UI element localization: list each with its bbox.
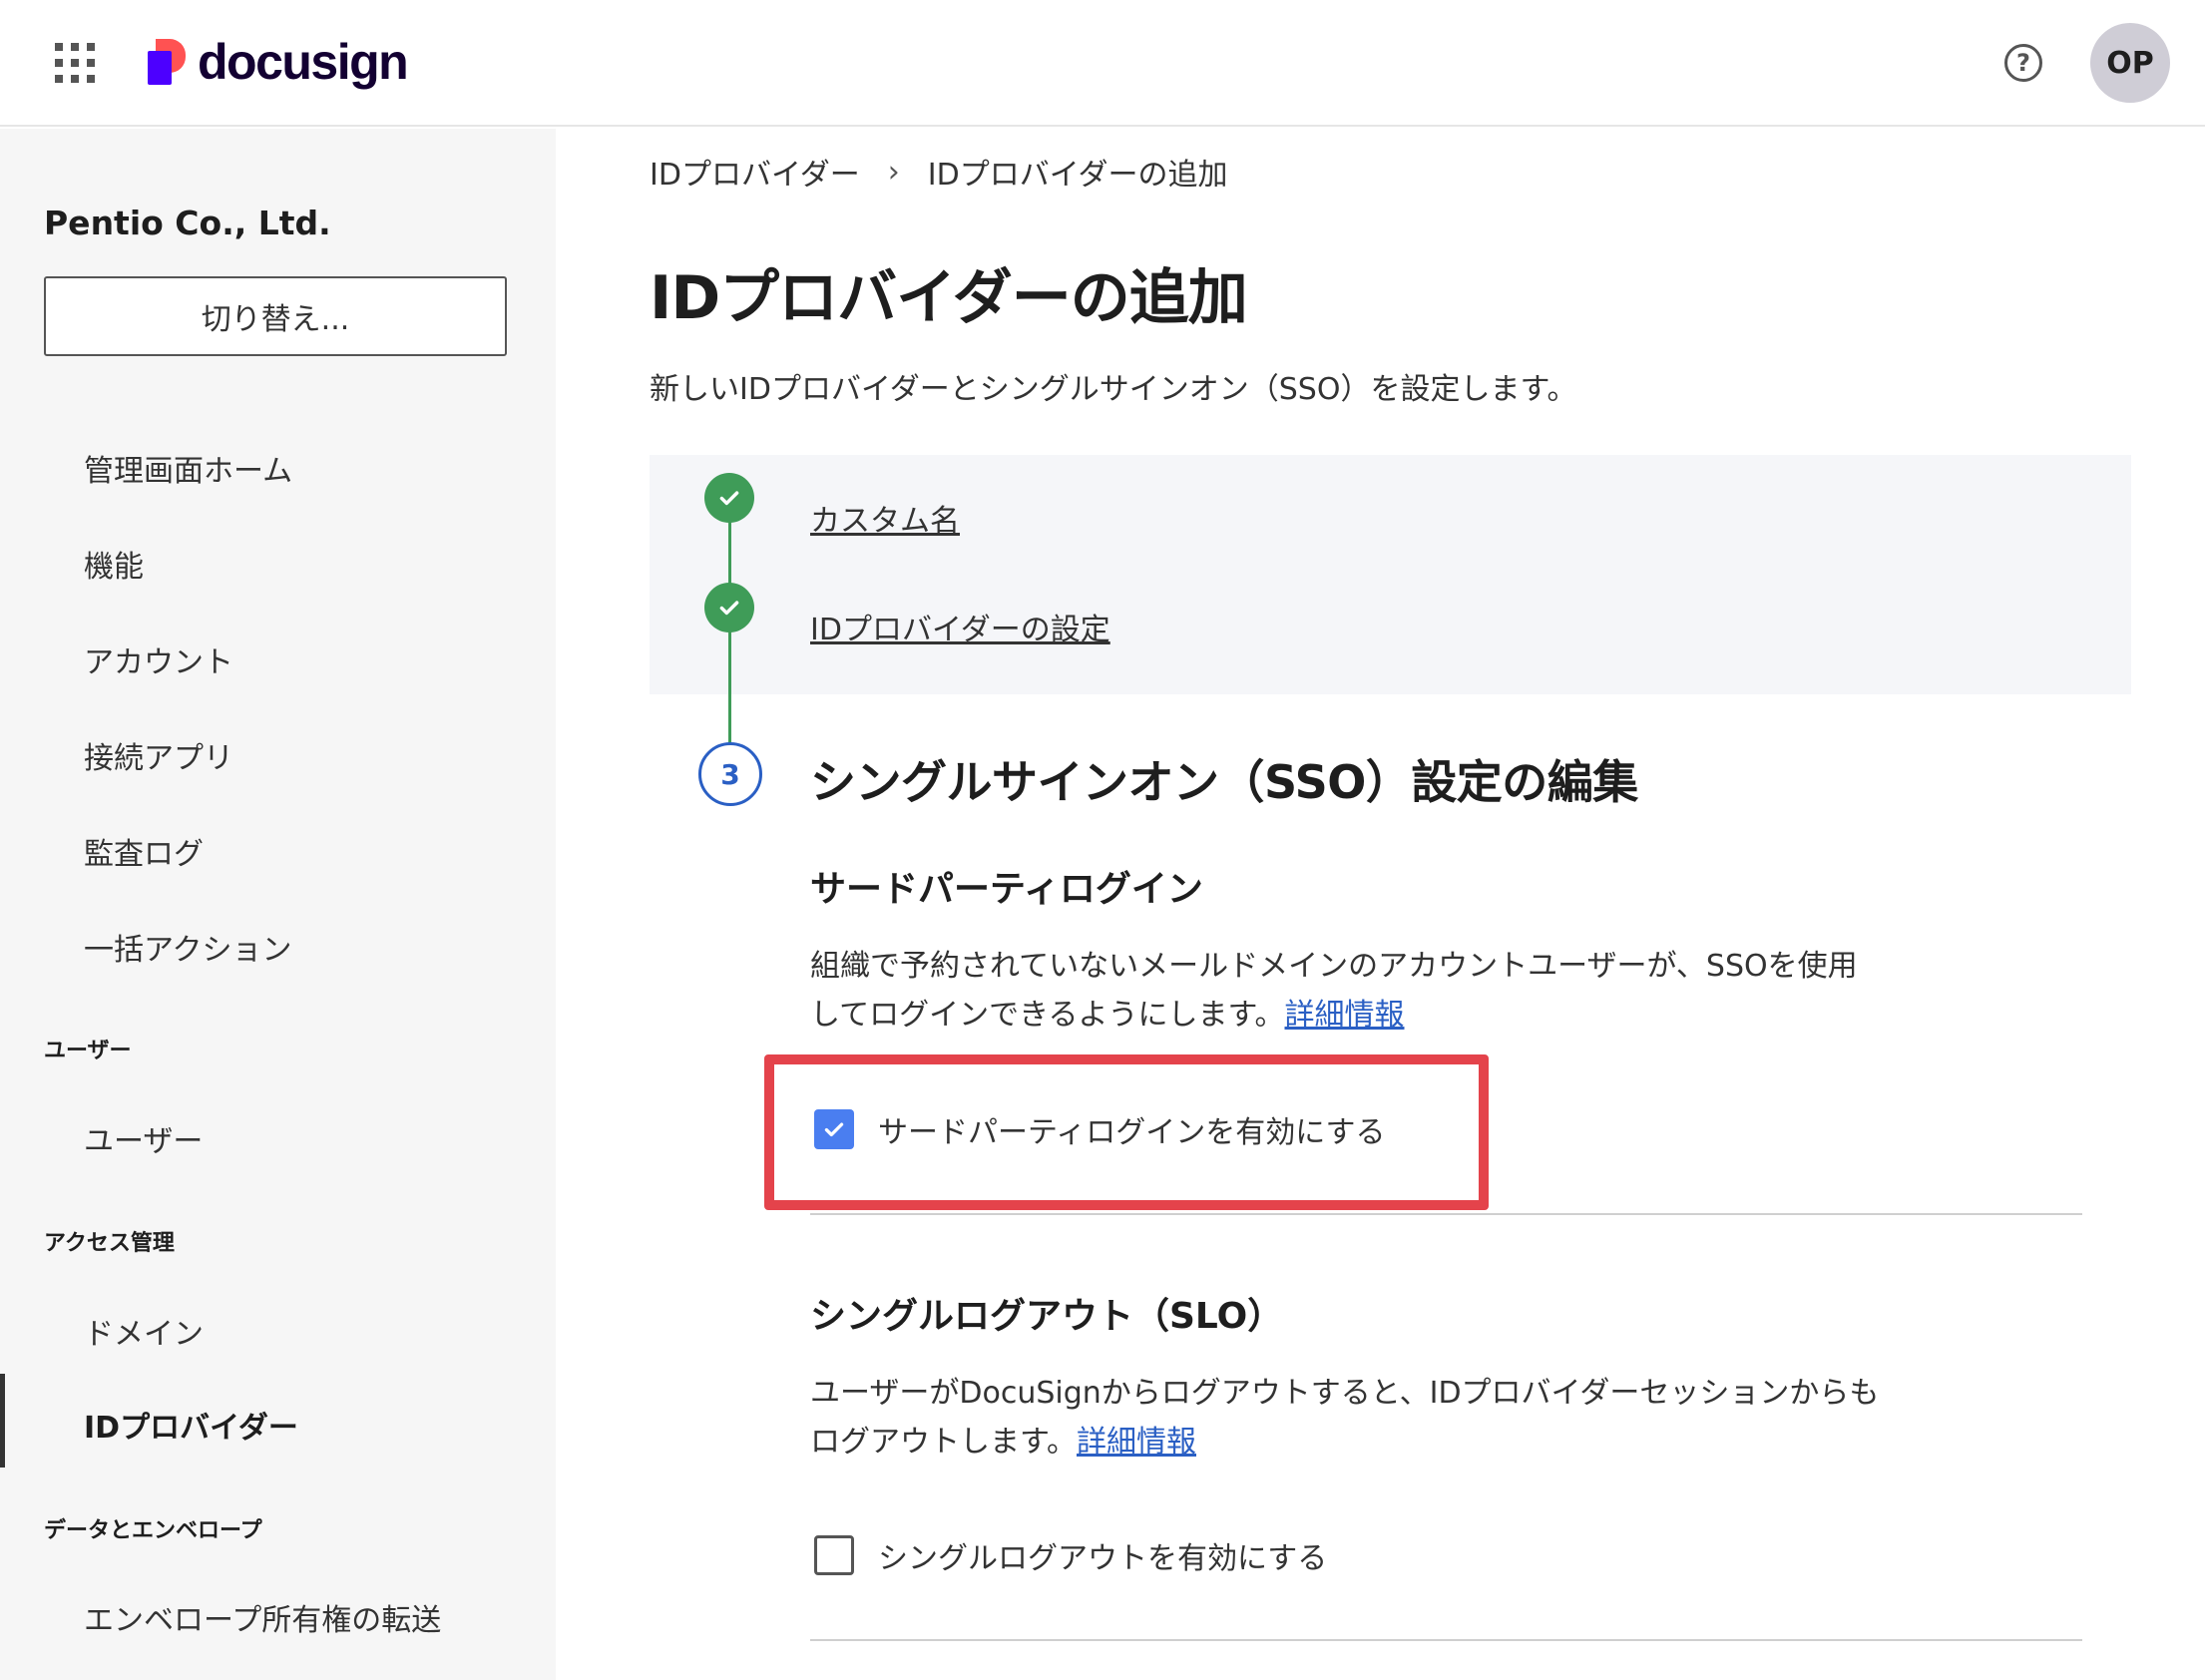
third-party-login-description: 組織で予約されていないメールドメインのアカウントユーザーが、SSOを使用 してロ…	[810, 942, 1858, 1040]
divider	[810, 1213, 2082, 1215]
breadcrumb-parent[interactable]: IDプロバイダー	[650, 150, 860, 194]
completed-steps-panel	[650, 455, 2131, 694]
docusign-logo[interactable]: docusign	[148, 32, 409, 92]
sidebar-item-envelope-transfer[interactable]: エンベロープ所有権の転送	[84, 1595, 441, 1639]
sidebar: Pentio Co., Ltd. 切り替え... 管理画面ホーム 機能 アカウン…	[0, 129, 556, 1680]
top-header: docusign ? OP	[0, 0, 2205, 127]
slo-learn-more-link[interactable]: 詳細情報	[1077, 1425, 1196, 1460]
third-party-description-line1: 組織で予約されていないメールドメインのアカウントユーザーが、SSOを使用	[810, 949, 1858, 984]
org-name: Pentio Co., Ltd.	[44, 204, 331, 242]
sidebar-active-indicator	[0, 1374, 5, 1468]
sidebar-item-identity-providers[interactable]: IDプロバイダー	[84, 1403, 298, 1447]
page-title: IDプロバイダーの追加	[650, 263, 1248, 333]
third-party-learn-more-link[interactable]: 詳細情報	[1285, 998, 1405, 1033]
third-party-description-line2: してログインできるようにします。	[810, 998, 1285, 1033]
slo-checkbox[interactable]	[814, 1535, 854, 1575]
slo-checkbox-row[interactable]: シングルログアウトを有効にする	[814, 1533, 1327, 1577]
sidebar-item-connected-apps[interactable]: 接続アプリ	[84, 733, 233, 777]
slo-title: シングルログアウト（SLO）	[810, 1296, 1284, 1337]
checkmark-icon	[824, 1122, 844, 1137]
step-custom-name-link[interactable]: カスタム名	[810, 496, 960, 540]
switch-account-button[interactable]: 切り替え...	[44, 276, 507, 356]
third-party-login-checkbox-row[interactable]: サードパーティログインを有効にする	[814, 1107, 1386, 1151]
third-party-login-checkbox-label: サードパーティログインを有効にする	[878, 1115, 1386, 1150]
slo-description: ユーザーがDocuSignからログアウトすると、IDプロバイダーセッションからも…	[810, 1369, 1879, 1467]
sidebar-item-bulk-actions[interactable]: 一括アクション	[84, 925, 292, 969]
sidebar-item-account[interactable]: アカウント	[84, 637, 233, 681]
step-sso-title: シングルサインオン（SSO）設定の編集	[810, 755, 1638, 809]
help-icon[interactable]: ?	[2004, 44, 2042, 82]
sidebar-section-data: データとエンベロープ	[44, 1518, 262, 1543]
docusign-logo-mark-icon	[148, 39, 188, 85]
page-description: 新しいIDプロバイダーとシングルサインオン（SSO）を設定します。	[650, 372, 1577, 407]
sidebar-item-admin-home[interactable]: 管理画面ホーム	[84, 446, 292, 490]
third-party-login-title: サードパーティログイン	[810, 869, 1203, 910]
app-launcher-icon[interactable]	[55, 43, 95, 83]
sidebar-item-domains[interactable]: ドメイン	[84, 1309, 204, 1353]
avatar[interactable]: OP	[2090, 23, 2170, 103]
third-party-login-checkbox[interactable]	[814, 1109, 854, 1149]
chevron-right-icon: ›	[887, 154, 900, 190]
brand-name: docusign	[198, 34, 409, 90]
step-number-badge: 3	[698, 742, 762, 806]
slo-description-line2: ログアウトします。	[810, 1425, 1077, 1460]
sidebar-item-features[interactable]: 機能	[84, 542, 144, 586]
slo-description-line1: ユーザーがDocuSignからログアウトすると、IDプロバイダーセッションからも	[810, 1376, 1880, 1411]
sidebar-section-users: ユーザー	[44, 1039, 132, 1063]
slo-checkbox-label: シングルログアウトを有効にする	[878, 1541, 1328, 1576]
step-idp-settings-link[interactable]: IDプロバイダーの設定	[810, 605, 1110, 648]
divider	[810, 1639, 2082, 1641]
check-icon	[704, 583, 754, 632]
sidebar-section-access: アクセス管理	[44, 1231, 175, 1256]
sidebar-item-users[interactable]: ユーザー	[84, 1116, 203, 1160]
sidebar-item-audit-log[interactable]: 監査ログ	[84, 829, 204, 873]
breadcrumb-current: IDプロバイダーの追加	[927, 158, 1228, 193]
check-icon	[704, 473, 754, 523]
breadcrumb: IDプロバイダー › IDプロバイダーの追加	[650, 150, 1228, 194]
